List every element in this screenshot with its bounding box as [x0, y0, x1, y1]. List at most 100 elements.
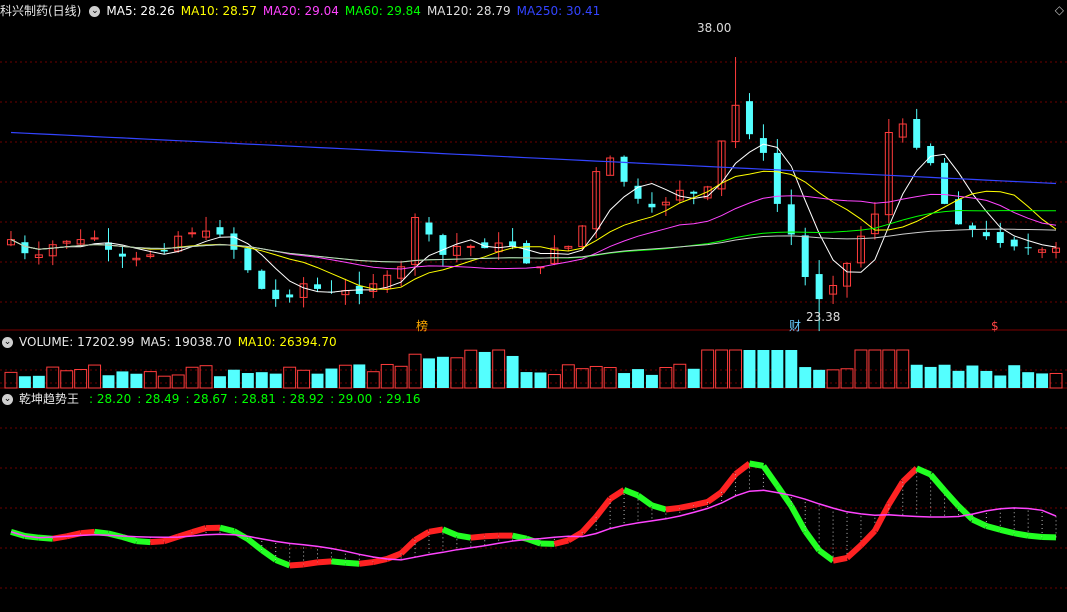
volume-bar: [603, 367, 617, 389]
candle-body: [954, 199, 962, 225]
candle-body: [230, 233, 238, 250]
candle-body: [968, 225, 976, 230]
candle-body: [258, 270, 266, 289]
volume-bar: [743, 350, 756, 388]
candle-body: [1024, 247, 1032, 249]
trend-segment: [553, 537, 570, 547]
ind-val-4: : 28.81: [233, 392, 276, 406]
trend-segment: [748, 460, 764, 469]
candle-body: [160, 249, 168, 252]
ma10-label: MA10: 28.57: [180, 4, 257, 18]
volume-bar: [4, 371, 18, 389]
trend-segment: [470, 533, 486, 541]
volume-bar: [255, 372, 268, 388]
candle-body: [1010, 239, 1018, 247]
volume-bar: [757, 350, 770, 388]
candle-body: [913, 118, 921, 148]
volume-bar: [910, 364, 923, 388]
volume-bar: [492, 349, 506, 389]
volume-bar: [506, 355, 519, 388]
indicator-title: 乾坤趋势王: [19, 392, 80, 406]
candle-body: [216, 227, 224, 235]
trend-segment: [413, 529, 431, 543]
candle-body: [801, 235, 809, 277]
collapse-icon[interactable]: ⌄: [2, 394, 13, 405]
volume-bar: [645, 374, 658, 388]
volume-bar: [1022, 372, 1035, 388]
volume-bar: [659, 367, 673, 389]
trend-segment: [900, 466, 919, 484]
trend-segment: [428, 526, 444, 535]
volume-bar: [338, 364, 352, 389]
volume-bar: [575, 368, 589, 389]
volume-bar: [547, 374, 561, 389]
trend-segment: [774, 484, 794, 508]
candle-body: [314, 284, 322, 289]
volume-bar: [729, 349, 743, 389]
trend-segment: [456, 532, 472, 541]
volume-bar: [896, 349, 910, 389]
ma250-line: [10, 131, 1057, 185]
volume-bars: [4, 349, 1063, 389]
diamond-icon[interactable]: ◇: [1055, 4, 1064, 16]
volume-bar: [673, 363, 687, 389]
candle-body: [21, 242, 29, 254]
volume-bar: [632, 369, 644, 388]
trend-segment: [260, 547, 278, 563]
trend-segment: [1027, 532, 1043, 540]
trend-segment: [942, 488, 961, 509]
volume-bar: [478, 351, 491, 388]
candle-body: [941, 162, 949, 204]
candle-body: [286, 294, 294, 298]
volume-bar: [32, 375, 45, 388]
candle-body: [425, 222, 433, 235]
trend-segment: [693, 499, 709, 508]
volume-bar: [1049, 372, 1063, 389]
trend-segment: [858, 528, 878, 548]
indicator-lines: [10, 460, 1057, 569]
ma-line: [10, 143, 1057, 293]
ma120-label: MA120: 28.79: [426, 4, 511, 18]
trend-segment: [80, 528, 95, 537]
high-price-label: 38.00: [697, 21, 732, 35]
candle-body: [996, 232, 1004, 243]
ind-val-5: : 28.92: [281, 392, 325, 406]
kline-chart: [0, 57, 1067, 589]
volume-bar: [534, 372, 547, 388]
volume-bar: [311, 373, 324, 388]
volume-bar: [561, 364, 575, 389]
trend-segment: [886, 480, 906, 506]
volume-bar: [353, 364, 366, 388]
trend-segment: [636, 493, 654, 508]
candle-body: [620, 156, 628, 182]
ind-val-6: : 29.00: [330, 392, 373, 406]
ma-line: [10, 170, 1057, 290]
ma5-label: MA5: 28.26: [106, 4, 175, 18]
candle-body: [787, 204, 795, 235]
candle-body: [523, 243, 531, 264]
trend-segment: [580, 514, 599, 535]
volume-bar: [366, 371, 380, 389]
ma-line: [10, 209, 1057, 263]
trend-segment: [94, 528, 109, 537]
trend-segment: [651, 502, 667, 513]
volume-bar: [966, 365, 979, 388]
volume-bar: [785, 350, 798, 388]
indicator-legend: ⌄ 乾坤趋势王: 28.20: 28.49: 28.67: 28.81: 28.9…: [0, 389, 427, 409]
volume-bar: [74, 369, 88, 389]
trend-segment: [622, 487, 640, 499]
trend-segment: [274, 557, 291, 569]
low-price-label: 23.38: [806, 310, 841, 324]
trend-segment: [593, 497, 613, 519]
collapse-icon[interactable]: ⌄: [2, 337, 13, 348]
trend-segment: [999, 526, 1015, 537]
grid-lines: [0, 61, 1067, 589]
volume-bar: [143, 371, 157, 389]
collapse-icon[interactable]: ⌄: [89, 6, 101, 17]
volume-bar: [840, 368, 854, 389]
candle-body: [118, 253, 126, 257]
trend-segment: [386, 550, 403, 562]
volume-bar: [297, 369, 311, 389]
volume-bar: [799, 367, 812, 388]
volume-bar: [464, 349, 478, 389]
